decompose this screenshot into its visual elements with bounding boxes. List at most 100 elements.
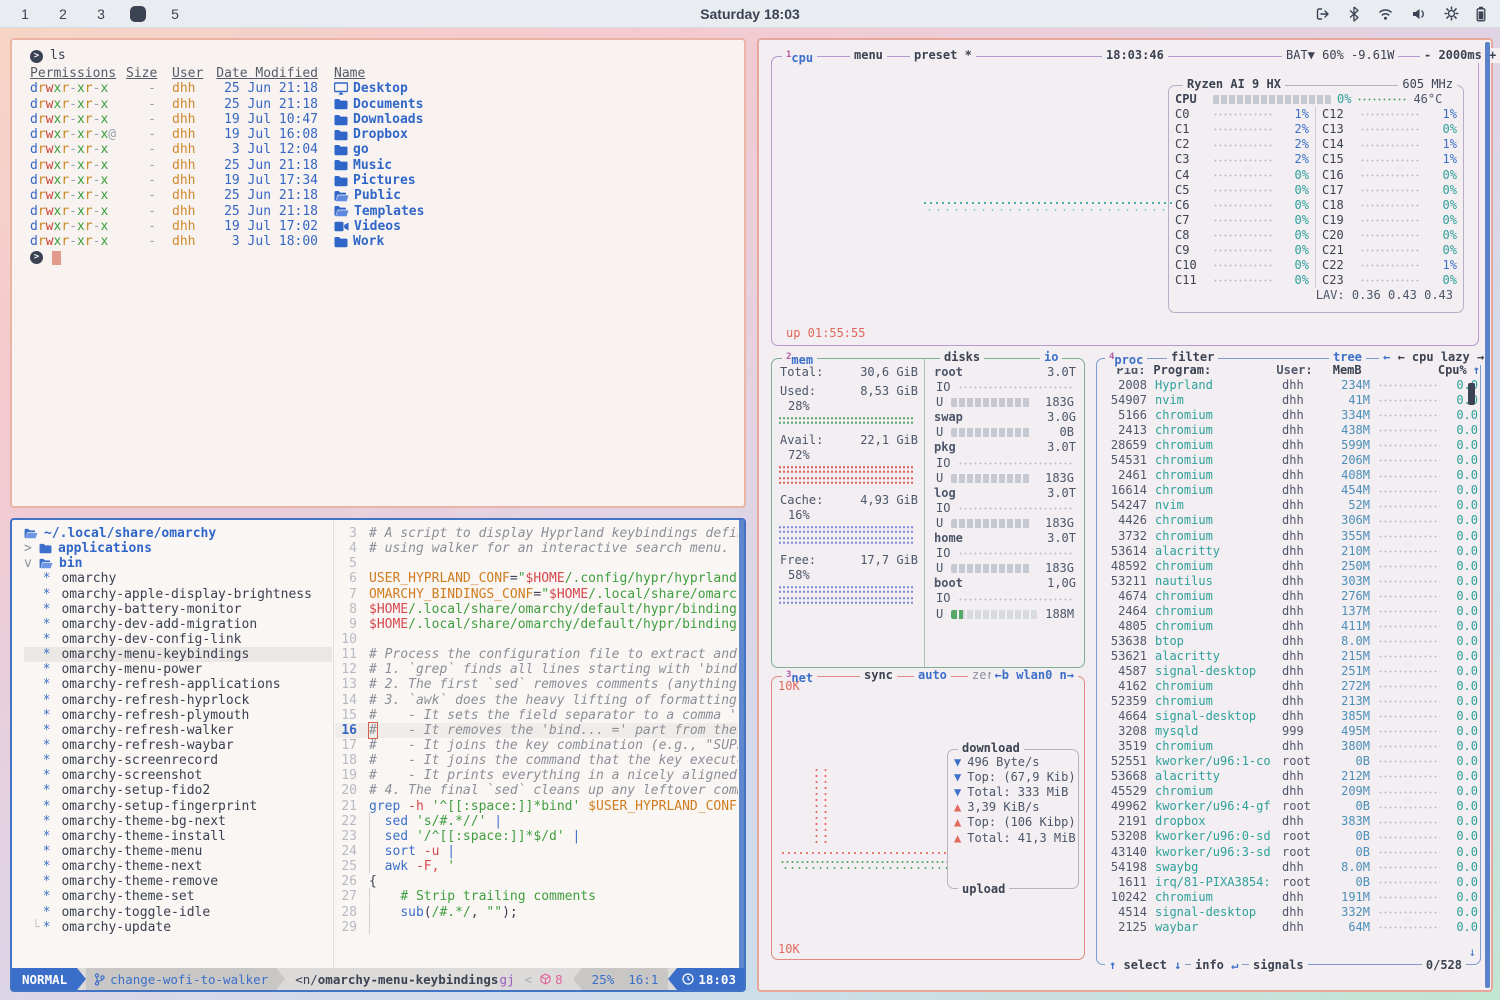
terminal-prompt-row-2[interactable]: > <box>30 250 744 266</box>
proc-select-hint[interactable]: ↑ select ↓ <box>1105 958 1185 973</box>
tree-item-omarchy-dev-add-migration[interactable]: * omarchy-dev-add-migration <box>24 617 333 632</box>
process-row[interactable]: 3732chromiumdhh355M0.0 <box>1097 529 1480 544</box>
proc-signals-hint[interactable]: signals <box>1249 958 1308 973</box>
file-entry[interactable]: Work <box>334 234 384 249</box>
editor-scrollbar[interactable] <box>739 520 744 968</box>
tree-item-omarchy-theme-install[interactable]: * omarchy-theme-install <box>24 829 333 844</box>
tree-item-omarchy-refresh-waybar[interactable]: * omarchy-refresh-waybar <box>24 738 333 753</box>
tree-item-omarchy-setup-fingerprint[interactable]: * omarchy-setup-fingerprint <box>24 799 333 814</box>
tree-item-omarchy-refresh-hyprlock[interactable]: * omarchy-refresh-hyprlock <box>24 693 333 708</box>
battery-icon[interactable] <box>1476 6 1486 22</box>
proc-col-user[interactable]: User: <box>1276 363 1317 378</box>
file-entry[interactable]: Public <box>334 188 401 203</box>
process-row[interactable]: 3208mysqld999495M0.0 <box>1097 724 1480 739</box>
process-row[interactable]: 4805chromiumdhh411M0.0 <box>1097 619 1480 634</box>
process-row[interactable]: 45529chromiumdhh209M0.0 <box>1097 784 1480 799</box>
proc-col-cpu[interactable]: Cpu% <box>1438 363 1467 378</box>
wifi-icon[interactable] <box>1377 7 1394 21</box>
file-entry[interactable]: Videos <box>334 219 401 234</box>
process-row[interactable]: 2125waybardhh64M0.0 <box>1097 920 1480 935</box>
tree-item-omarchy-theme-next[interactable]: * omarchy-theme-next <box>24 859 333 874</box>
tree-item-omarchy-update[interactable]: └* omarchy-update <box>24 920 333 935</box>
process-row[interactable]: 53208kworker/u96:0-sdroot0B0.0 <box>1097 829 1480 844</box>
process-row[interactable]: 48592chromiumdhh250M0.0 <box>1097 559 1480 574</box>
process-row[interactable]: 4587signal-desktopdhh251M0.0 <box>1097 664 1480 679</box>
process-row[interactable]: 54531chromiumdhh206M0.0 <box>1097 453 1480 468</box>
tree-item-omarchy-refresh-walker[interactable]: * omarchy-refresh-walker <box>24 723 333 738</box>
file-entry[interactable]: Pictures <box>334 173 416 188</box>
scroll-up-arrow[interactable]: ↑ <box>1467 363 1480 378</box>
process-row[interactable]: 53668alacrittydhh212M0.0 <box>1097 769 1480 784</box>
tree-item-omarchy-menu-keybindings[interactable]: * omarchy-menu-keybindings <box>24 647 332 662</box>
logout-icon[interactable] <box>1314 6 1331 22</box>
process-row[interactable]: 49962kworker/u96:4-gfroot0B0.0 <box>1097 799 1480 814</box>
tree-root[interactable]: ~/.local/share/omarchy <box>24 526 333 541</box>
proc-col-mem[interactable]: MemB <box>1317 363 1362 378</box>
process-row[interactable]: 28659chromiumdhh599M0.0 <box>1097 438 1480 453</box>
tree-item-applications[interactable]: >applications <box>24 541 333 556</box>
net-sync-button[interactable]: sync <box>860 668 897 683</box>
process-row[interactable]: 43140kworker/u96:3-sdroot0B0.0 <box>1097 845 1480 860</box>
process-row[interactable]: 2191dropboxdhh383M0.0 <box>1097 814 1480 829</box>
process-row[interactable]: 53211nautilusdhh303M0.0 <box>1097 574 1480 589</box>
process-row[interactable]: 1611irq/81-PIXA3854:root0B0.0 <box>1097 875 1480 890</box>
tree-item-omarchy-menu-power[interactable]: * omarchy-menu-power <box>24 662 333 677</box>
file-entry[interactable]: Documents <box>334 97 423 112</box>
process-row[interactable]: 4664signal-desktopdhh385M0.0 <box>1097 709 1480 724</box>
tree-item-omarchy-theme-menu[interactable]: * omarchy-theme-menu <box>24 844 333 859</box>
proc-filter-button[interactable]: filter <box>1167 350 1218 365</box>
process-row[interactable]: 53614alacrittydhh210M0.0 <box>1097 544 1480 559</box>
process-row[interactable]: 53621alacrittydhh215M0.0 <box>1097 649 1480 664</box>
tree-item-omarchy-setup-fido2[interactable]: * omarchy-setup-fido2 <box>24 783 333 798</box>
proc-info-hint[interactable]: info ↵ <box>1191 958 1242 973</box>
process-row[interactable]: 10242chromiumdhh191M0.0 <box>1097 890 1480 905</box>
process-row[interactable]: 4426chromiumdhh306M0.0 <box>1097 513 1480 528</box>
code-editor-pane[interactable]: 3# A script to display Hyprland keybindi… <box>335 520 738 968</box>
tab-cpu[interactable]: 1cpu <box>782 48 817 66</box>
process-row[interactable]: 4162chromiumdhh272M0.0 <box>1097 679 1480 694</box>
preset-button[interactable]: preset * <box>910 48 976 63</box>
tree-item-omarchy-battery-monitor[interactable]: * omarchy-battery-monitor <box>24 602 333 617</box>
process-row[interactable]: 53638btopdhh8.0M0.0 <box>1097 634 1480 649</box>
volume-icon[interactable] <box>1411 7 1427 21</box>
btop-scrollbar[interactable] <box>1485 42 1490 988</box>
proc-col-program[interactable]: Program: <box>1145 363 1276 378</box>
terminal-cursor[interactable] <box>52 251 61 265</box>
tree-item-omarchy-screenshot[interactable]: * omarchy-screenshot <box>24 768 333 783</box>
file-entry[interactable]: Music <box>334 158 392 173</box>
tree-item-omarchy[interactable]: * omarchy <box>24 571 333 586</box>
tree-item-omarchy-apple-display-brightness[interactable]: * omarchy-apple-display-brightness <box>24 587 333 602</box>
tree-item-bin[interactable]: vbin <box>24 556 333 571</box>
process-row[interactable]: 54907nvimdhh41M0.0 <box>1097 393 1480 408</box>
tree-item-omarchy-screenrecord[interactable]: * omarchy-screenrecord <box>24 753 333 768</box>
process-row[interactable]: 2461chromiumdhh408M0.0 <box>1097 468 1480 483</box>
tab-proc[interactable]: 4proc <box>1105 350 1147 368</box>
tree-item-omarchy-theme-set[interactable]: * omarchy-theme-set <box>24 889 333 904</box>
tab-disks[interactable]: disks <box>940 350 984 365</box>
tree-item-omarchy-dev-config-link[interactable]: * omarchy-dev-config-link <box>24 632 333 647</box>
file-entry[interactable]: Desktop <box>334 81 408 96</box>
proc-tree-button[interactable]: tree <box>1329 350 1366 365</box>
process-row[interactable]: 54247nvimdhh52M0.0 <box>1097 498 1480 513</box>
file-entry[interactable]: Downloads <box>334 112 423 127</box>
file-entry[interactable]: Dropbox <box>334 127 408 142</box>
scroll-down-arrow[interactable]: ↓ <box>1469 945 1476 960</box>
tree-item-omarchy-refresh-plymouth[interactable]: * omarchy-refresh-plymouth <box>24 708 333 723</box>
tree-item-omarchy-refresh-applications[interactable]: * omarchy-refresh-applications <box>24 677 333 692</box>
tab-io[interactable]: io <box>1040 350 1062 365</box>
process-row[interactable]: 2464chromiumdhh137M0.0 <box>1097 604 1480 619</box>
process-row[interactable]: 2008Hyprlanddhh234M0.0 <box>1097 378 1480 393</box>
process-row[interactable]: 54198swaybgdhh8.0M0.0 <box>1097 860 1480 875</box>
process-row[interactable]: 16614chromiumdhh454M0.0 <box>1097 483 1480 498</box>
file-entry[interactable]: go <box>334 142 369 157</box>
tree-item-omarchy-toggle-idle[interactable]: * omarchy-toggle-idle <box>24 905 333 920</box>
process-row[interactable]: 4674chromiumdhh276M0.0 <box>1097 589 1480 604</box>
file-entry[interactable]: Templates <box>334 204 424 219</box>
menu-button[interactable]: menu <box>850 48 887 63</box>
process-row[interactable]: 4514signal-desktopdhh332M0.0 <box>1097 905 1480 920</box>
file-explorer-pane[interactable]: ~/.local/share/omarchy>applicationsvbin … <box>12 520 334 968</box>
tree-item-omarchy-theme-remove[interactable]: * omarchy-theme-remove <box>24 874 333 889</box>
net-auto-button[interactable]: auto <box>914 668 951 683</box>
process-row[interactable]: 5166chromiumdhh334M0.0 <box>1097 408 1480 423</box>
bluetooth-icon[interactable] <box>1348 6 1360 22</box>
